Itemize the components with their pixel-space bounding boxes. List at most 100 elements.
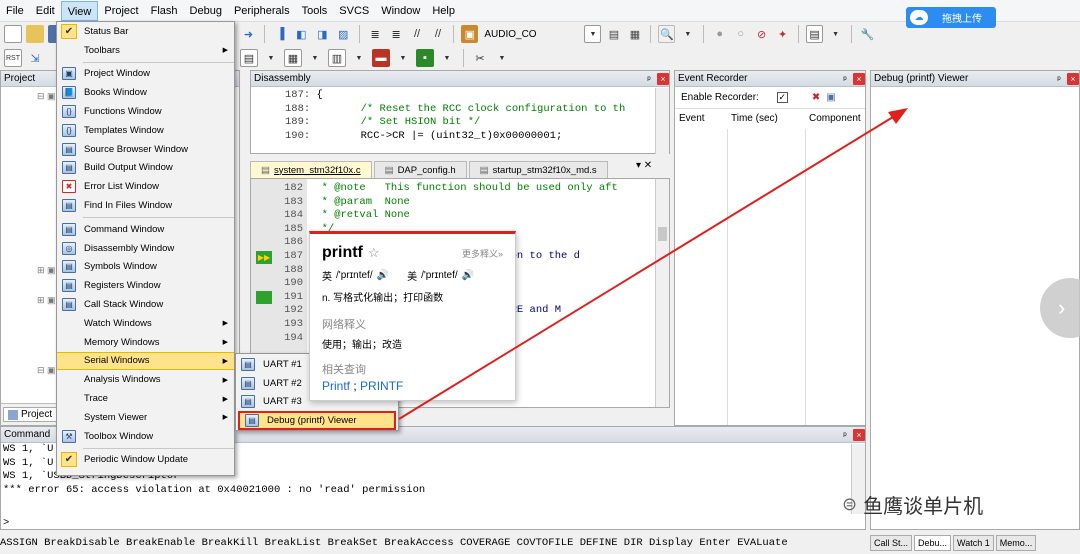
- bookmark-prev-icon[interactable]: ◧: [293, 25, 310, 43]
- tree-node-3[interactable]: ⊞ ▣: [37, 295, 56, 306]
- comment-icon[interactable]: //: [409, 25, 426, 43]
- view-menu-item[interactable]: Watch Windows ▶: [57, 314, 234, 333]
- close-icon[interactable]: ×: [657, 72, 669, 85]
- view-menu-item[interactable]: {} Templates Window: [57, 121, 234, 140]
- save-recorder-icon[interactable]: ▣: [826, 92, 835, 103]
- analysis-icon[interactable]: ▥: [328, 49, 346, 67]
- pin-icon-3[interactable]: ᵖ: [1053, 73, 1065, 85]
- target-dropdown-icon[interactable]: ▼: [584, 25, 602, 43]
- dropdown-icon-3[interactable]: ▼: [262, 49, 280, 67]
- dict-related-link-2[interactable]: PRINTF: [360, 379, 403, 393]
- pin-icon[interactable]: ᵖ: [643, 73, 655, 85]
- tree-node-4[interactable]: ⊟ ▣: [37, 365, 56, 376]
- view-menu-item[interactable]: ✔ Status Bar: [57, 22, 234, 41]
- editor-tab[interactable]: ▤ startup_stm32f10x_md.s: [468, 161, 608, 179]
- outdent-icon[interactable]: ≣: [388, 25, 405, 43]
- view-menu-item[interactable]: ▤ Build Output Window: [57, 159, 234, 178]
- speaker-icon[interactable]: 🔊: [377, 270, 389, 281]
- view-window-icon[interactable]: ▤: [806, 25, 824, 43]
- dropdown-icon-4[interactable]: ▼: [306, 49, 324, 67]
- toolbox-icon[interactable]: ✂: [471, 49, 489, 67]
- view-menu-item[interactable]: ✖ Error List Window: [57, 177, 234, 196]
- editor-scrollbar[interactable]: [655, 179, 669, 407]
- star-icon[interactable]: ☆: [368, 245, 380, 261]
- arrow-right-icon[interactable]: ➜: [240, 25, 257, 43]
- memory-window-icon[interactable]: ▤: [240, 49, 258, 67]
- menu-svcs[interactable]: SVCS: [333, 1, 375, 21]
- event-column-header[interactable]: Component: [805, 113, 865, 124]
- bottom-tab[interactable]: Call St...: [870, 535, 913, 551]
- view-menu-item[interactable]: Toolbars ▶: [57, 41, 234, 60]
- menu-debug[interactable]: Debug: [184, 1, 228, 21]
- run-icon[interactable]: ⇲: [26, 49, 44, 67]
- view-menu-item[interactable]: Trace ▶: [57, 389, 234, 408]
- menu-window[interactable]: Window: [375, 1, 426, 21]
- target-name[interactable]: AUDIO_CO: [482, 29, 580, 40]
- event-column-header[interactable]: Time (sec): [727, 113, 805, 124]
- close-icon-4[interactable]: ×: [853, 428, 865, 441]
- pin-icon-2[interactable]: ᵖ: [839, 73, 851, 85]
- view-menu-item[interactable]: {} Functions Window: [57, 102, 234, 121]
- tree-node-2[interactable]: ⊞ ▣: [37, 265, 56, 276]
- view-menu-item[interactable]: ▤ Registers Window: [57, 276, 234, 295]
- menu-peripherals[interactable]: Peripherals: [228, 1, 296, 21]
- tab-menu-icon[interactable]: ▾ ✕: [636, 160, 652, 171]
- dict-related-link-1[interactable]: Printf: [322, 379, 350, 393]
- clear-recorder-icon[interactable]: ✖: [812, 92, 820, 103]
- kill-breakpoints-icon[interactable]: ✦: [774, 25, 791, 43]
- tree-node[interactable]: ⊟ ▣: [37, 91, 56, 102]
- menu-file[interactable]: File: [0, 1, 30, 21]
- bookmark-icon[interactable]: ▐: [272, 25, 289, 43]
- close-icon-2[interactable]: ×: [853, 72, 865, 85]
- breakpoint-icon[interactable]: ⊘: [753, 25, 770, 43]
- circle-empty-icon[interactable]: ○: [732, 25, 749, 43]
- dict-more-link[interactable]: 更多释义»: [462, 247, 503, 260]
- view-menu-item[interactable]: ⚒ Toolbox Window: [57, 427, 234, 446]
- view-menu-item[interactable]: 📘 Books Window: [57, 83, 234, 102]
- view-menu-item[interactable]: System Viewer ▶: [57, 408, 234, 427]
- bottom-tab[interactable]: Memo...: [995, 535, 1037, 551]
- pin-icon-4[interactable]: ᵖ: [839, 429, 851, 441]
- menu-view[interactable]: View: [60, 0, 99, 21]
- batch-icon[interactable]: ▦: [626, 25, 643, 43]
- uncomment-icon[interactable]: //: [430, 25, 447, 43]
- upload-button[interactable]: ☁ 拖拽上传: [906, 7, 996, 28]
- view-menu-item[interactable]: ✔ Periodic Window Update: [57, 451, 234, 470]
- view-menu-item[interactable]: ▤ Find In Files Window: [57, 196, 234, 215]
- menu-tools[interactable]: Tools: [296, 1, 334, 21]
- enable-recorder-checkbox[interactable]: ✓: [776, 92, 788, 103]
- menu-edit[interactable]: Edit: [30, 1, 61, 21]
- dropdown-icon-2[interactable]: ▼: [827, 25, 844, 43]
- bottom-tab[interactable]: Debu...: [914, 535, 952, 551]
- menu-project[interactable]: Project: [98, 1, 144, 21]
- trace-icon[interactable]: ▬: [372, 49, 390, 67]
- view-menu-item[interactable]: Memory Windows ▶: [57, 333, 234, 352]
- open-folder-icon[interactable]: [26, 25, 44, 43]
- menu-help[interactable]: Help: [426, 1, 461, 21]
- editor-tab[interactable]: ▤ system_stm32f10x.c: [250, 161, 372, 179]
- serial-window-icon[interactable]: ▦: [284, 49, 302, 67]
- view-menu-item[interactable]: Analysis Windows ▶: [57, 370, 234, 389]
- bookmark-next-icon[interactable]: ◨: [314, 25, 331, 43]
- indent-icon[interactable]: ≣: [367, 25, 384, 43]
- project-tab[interactable]: Project: [3, 407, 58, 422]
- bookmark-clear-icon[interactable]: ▨: [335, 25, 352, 43]
- event-column-header[interactable]: Event: [675, 113, 727, 124]
- options-icon[interactable]: ▤: [605, 25, 622, 43]
- command-prompt[interactable]: >: [3, 517, 9, 531]
- editor-tab[interactable]: ▤ DAP_config.h: [373, 161, 467, 179]
- menu-flash[interactable]: Flash: [145, 1, 184, 21]
- view-menu-item[interactable]: ▣ Project Window: [57, 65, 234, 84]
- dropdown-icon-7[interactable]: ▼: [438, 49, 456, 67]
- speaker-icon-2[interactable]: 🔊: [462, 270, 474, 281]
- dropdown-icon-8[interactable]: ▼: [493, 49, 511, 67]
- view-menu-item[interactable]: ◎ Disassembly Window: [57, 239, 234, 258]
- view-menu-item[interactable]: Serial Windows ▶: [57, 351, 234, 371]
- view-menu-item[interactable]: ▤ Symbols Window: [57, 258, 234, 277]
- serial-submenu-item[interactable]: ▤ Debug (printf) Viewer: [238, 411, 396, 431]
- reset-icon[interactable]: RST: [4, 49, 22, 67]
- view-menu-item[interactable]: ▤ Source Browser Window: [57, 140, 234, 159]
- bottom-tab[interactable]: Watch 1: [953, 535, 994, 551]
- system-viewer-icon[interactable]: ▪: [416, 49, 434, 67]
- view-menu-item[interactable]: ▤ Command Window: [57, 220, 234, 239]
